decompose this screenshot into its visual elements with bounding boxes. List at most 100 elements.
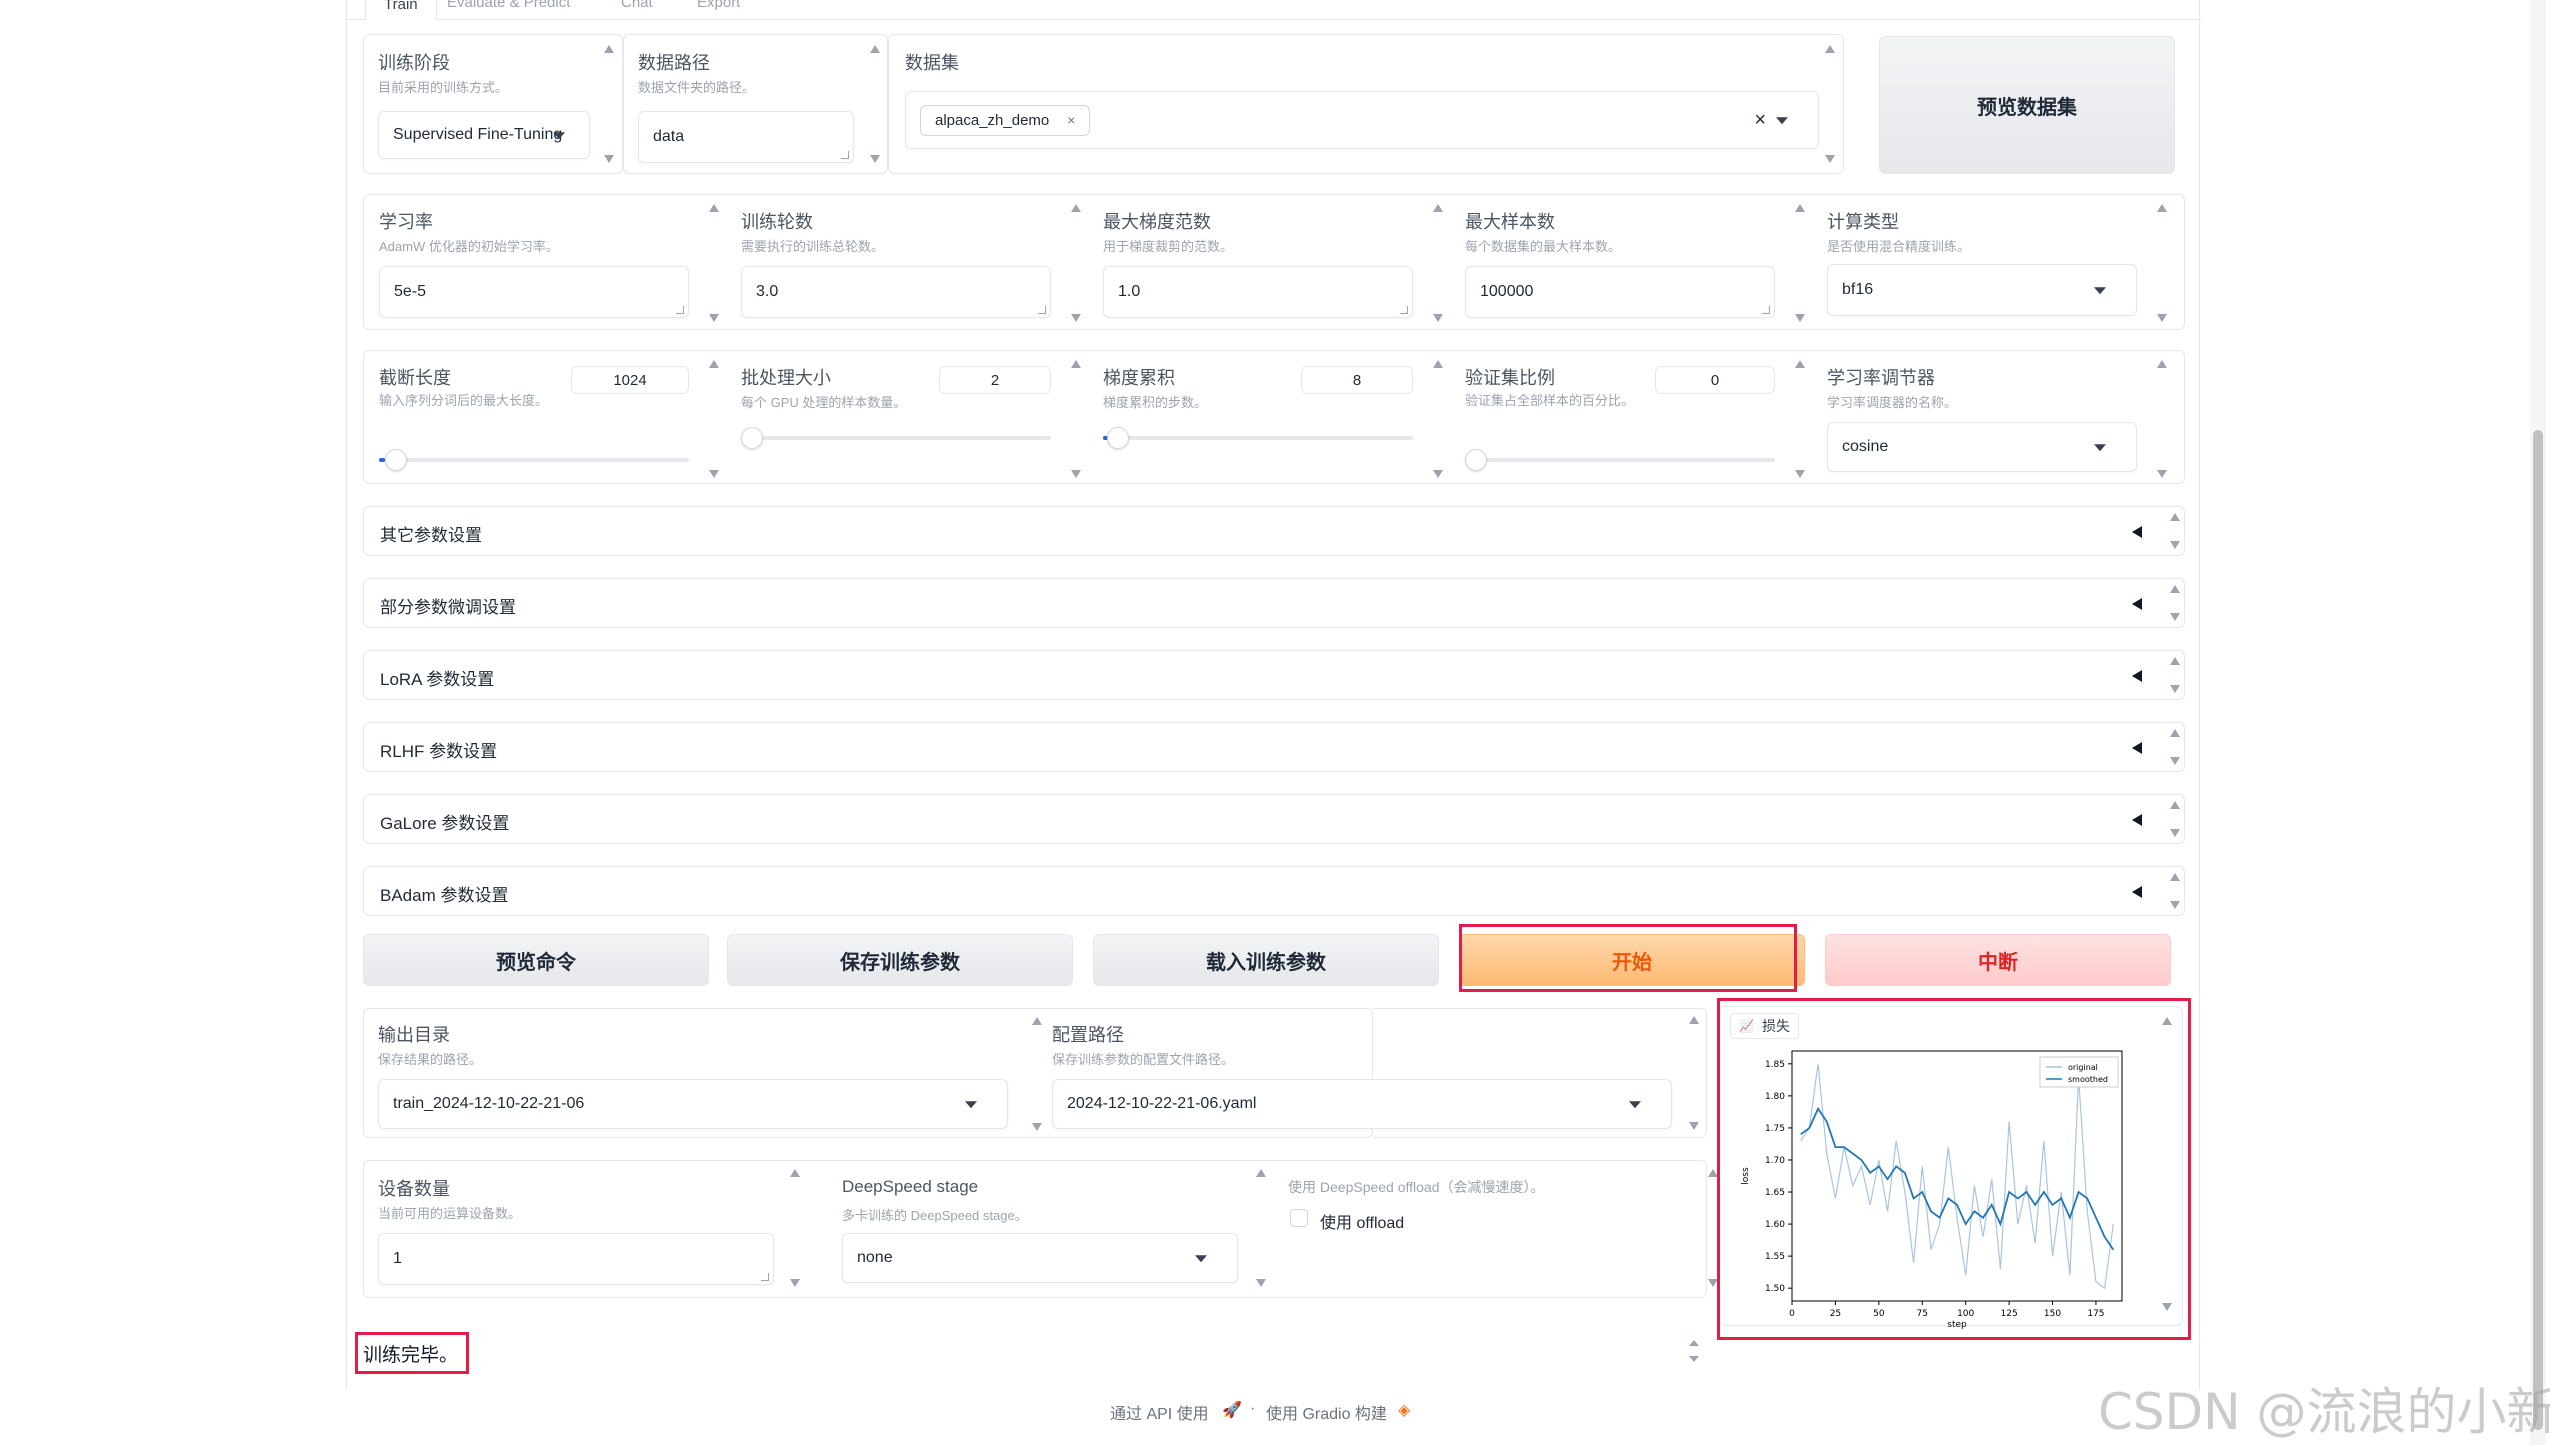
max-grad-norm-input[interactable]: 1.0: [1103, 266, 1413, 318]
start-button[interactable]: 开始: [1459, 934, 1805, 986]
lr-scheduler-title: 学习率调节器: [1827, 368, 1935, 388]
plot-label: 损失: [1761, 1018, 1790, 1034]
panel-scroll-arrows[interactable]: [2155, 204, 2169, 322]
max-samples-input[interactable]: 100000: [1465, 266, 1775, 318]
val-size-number[interactable]: 0: [1655, 366, 1775, 394]
batch-size-number[interactable]: 2: [939, 366, 1051, 394]
panel-scroll-arrows[interactable]: [1030, 1017, 1044, 1131]
panel-scroll-arrows[interactable]: [2155, 360, 2169, 478]
ds-offload-checkbox[interactable]: [1290, 1209, 1308, 1227]
dataset-multiselect[interactable]: alpaca_zh_demo × ×: [905, 91, 1819, 149]
dataset-dir-input[interactable]: data: [638, 111, 854, 163]
x-tick-label: 150: [2044, 1309, 2061, 1319]
lr-scheduler-info: 学习率调度器的名称。: [1827, 395, 1958, 410]
panel-scroll-arrows[interactable]: [1254, 1169, 1268, 1287]
panel-scroll-arrows[interactable]: [1793, 360, 1807, 478]
load-args-button[interactable]: 载入训练参数: [1093, 934, 1439, 986]
stop-button[interactable]: 中断: [1825, 934, 2171, 986]
ds-stage-title: DeepSpeed stage: [842, 1177, 979, 1196]
footer-separator: ·: [1250, 1400, 1256, 1417]
status-scroll-arrows[interactable]: [1687, 1340, 1701, 1362]
panel-scroll-arrows[interactable]: [788, 1169, 802, 1287]
resize-handle-icon[interactable]: [761, 1273, 769, 1281]
val-size-slider-track[interactable]: [1465, 458, 1775, 462]
panel-scroll-arrows[interactable]: [602, 45, 616, 163]
x-tick-label: 50: [1873, 1309, 1885, 1319]
resize-handle-icon[interactable]: [841, 151, 849, 159]
max-samples-info: 每个数据集的最大样本数。: [1465, 239, 1622, 254]
cutoff-len-number[interactable]: 1024: [571, 366, 689, 394]
panel-scroll-arrows[interactable]: [1069, 204, 1083, 322]
learning-rate-input[interactable]: 5e-5: [379, 266, 689, 318]
window-scrollbar-thumb[interactable]: [2533, 430, 2543, 1430]
accordion-extra-args[interactable]: 其它参数设置: [363, 506, 2185, 556]
lr-scheduler-dropdown[interactable]: cosine: [1827, 422, 2137, 472]
resize-handle-icon[interactable]: [1400, 306, 1408, 314]
api-link[interactable]: 通过 API 使用: [1110, 1400, 1209, 1424]
ds-stage-dropdown[interactable]: none: [842, 1233, 1238, 1283]
chevron-down-icon: [1195, 1255, 1207, 1263]
device-count-input[interactable]: 1: [378, 1233, 774, 1285]
tab-export[interactable]: Export: [697, 0, 740, 11]
resize-handle-icon[interactable]: [1762, 306, 1770, 314]
stage-dropdown[interactable]: Supervised Fine-Tuning: [378, 111, 590, 159]
grad-accum-slider-track[interactable]: [1103, 436, 1413, 440]
compute-type-dropdown[interactable]: bf16: [1827, 264, 2137, 316]
output-dir-value: train_2024-12-10-22-21-06: [393, 1095, 585, 1112]
y-axis-label: loss: [1741, 1167, 1751, 1185]
x-tick-label: 125: [2001, 1309, 2018, 1319]
panel-scroll-arrows[interactable]: [868, 45, 882, 163]
panel-scroll-arrows[interactable]: [2168, 801, 2182, 837]
output-dir-dropdown[interactable]: train_2024-12-10-22-21-06: [378, 1079, 1008, 1129]
panel-scroll-arrows[interactable]: [2160, 1017, 2174, 1311]
cutoff-len-slider-thumb[interactable]: [385, 449, 407, 471]
panel-scroll-arrows[interactable]: [1793, 204, 1807, 322]
accordion-badam-args[interactable]: BAdam 参数设置: [363, 866, 2185, 916]
triangle-left-icon: [2132, 598, 2142, 610]
batch-size-slider-track[interactable]: [741, 436, 1051, 440]
ds-offload-label: 使用 offload: [1320, 1215, 1405, 1232]
max-grad-norm-value: 1.0: [1118, 283, 1141, 300]
panel-scroll-arrows[interactable]: [1823, 45, 1837, 163]
resize-handle-icon[interactable]: [676, 306, 684, 314]
panel-scroll-arrows[interactable]: [2168, 873, 2182, 909]
tab-chat[interactable]: Chat: [621, 0, 653, 11]
chevron-down-icon: [965, 1101, 977, 1109]
batch-size-info: 每个 GPU 处理的样本数量。: [741, 395, 907, 410]
epochs-input[interactable]: 3.0: [741, 266, 1051, 318]
dataset-chip[interactable]: alpaca_zh_demo ×: [920, 104, 1091, 136]
panel-scroll-arrows[interactable]: [1431, 360, 1445, 478]
accordion-freeze-args[interactable]: 部分参数微调设置: [363, 578, 2185, 628]
save-args-button[interactable]: 保存训练参数: [727, 934, 1073, 986]
grad-accum-slider-thumb[interactable]: [1107, 427, 1129, 449]
panel-scroll-arrows[interactable]: [707, 204, 721, 322]
val-size-slider-thumb[interactable]: [1465, 449, 1487, 471]
panel-scroll-arrows[interactable]: [1706, 1169, 1720, 1287]
panel-scroll-arrows[interactable]: [707, 360, 721, 478]
tab-train[interactable]: Train: [365, 0, 437, 20]
clear-icon[interactable]: ×: [1754, 109, 1766, 132]
panel-scroll-arrows[interactable]: [2168, 513, 2182, 549]
panel-scroll-arrows[interactable]: [1431, 204, 1445, 322]
panel-scroll-arrows[interactable]: [2168, 657, 2182, 693]
chip-close-icon[interactable]: ×: [1067, 112, 1075, 128]
stage-panel: 训练阶段 目前采用的训练方式。 Supervised Fine-Tuning: [363, 34, 623, 174]
tab-evaluate[interactable]: Evaluate & Predict: [447, 0, 570, 11]
cutoff-len-slider-track[interactable]: [379, 458, 689, 462]
y-tick-label: 1.80: [1765, 1092, 1785, 1102]
panel-scroll-arrows[interactable]: [2168, 729, 2182, 765]
preview-dataset-button[interactable]: 预览数据集: [1879, 36, 2175, 174]
accordion-galore-args[interactable]: GaLore 参数设置: [363, 794, 2185, 844]
accordion-rlhf-args[interactable]: RLHF 参数设置: [363, 722, 2185, 772]
panel-scroll-arrows[interactable]: [1069, 360, 1083, 478]
gradio-link[interactable]: 使用 Gradio 构建: [1266, 1400, 1387, 1424]
preview-command-button[interactable]: 预览命令: [363, 934, 709, 986]
batch-size-slider-thumb[interactable]: [741, 427, 763, 449]
epochs-info: 需要执行的训练总轮数。: [741, 239, 885, 254]
resize-handle-icon[interactable]: [1038, 306, 1046, 314]
accordion-lora-args[interactable]: LoRA 参数设置: [363, 650, 2185, 700]
grad-accum-number[interactable]: 8: [1301, 366, 1413, 394]
device-count-value: 1: [393, 1250, 402, 1267]
panel-scroll-arrows[interactable]: [2168, 585, 2182, 621]
max-grad-norm-info: 用于梯度裁剪的范数。: [1103, 239, 1234, 254]
